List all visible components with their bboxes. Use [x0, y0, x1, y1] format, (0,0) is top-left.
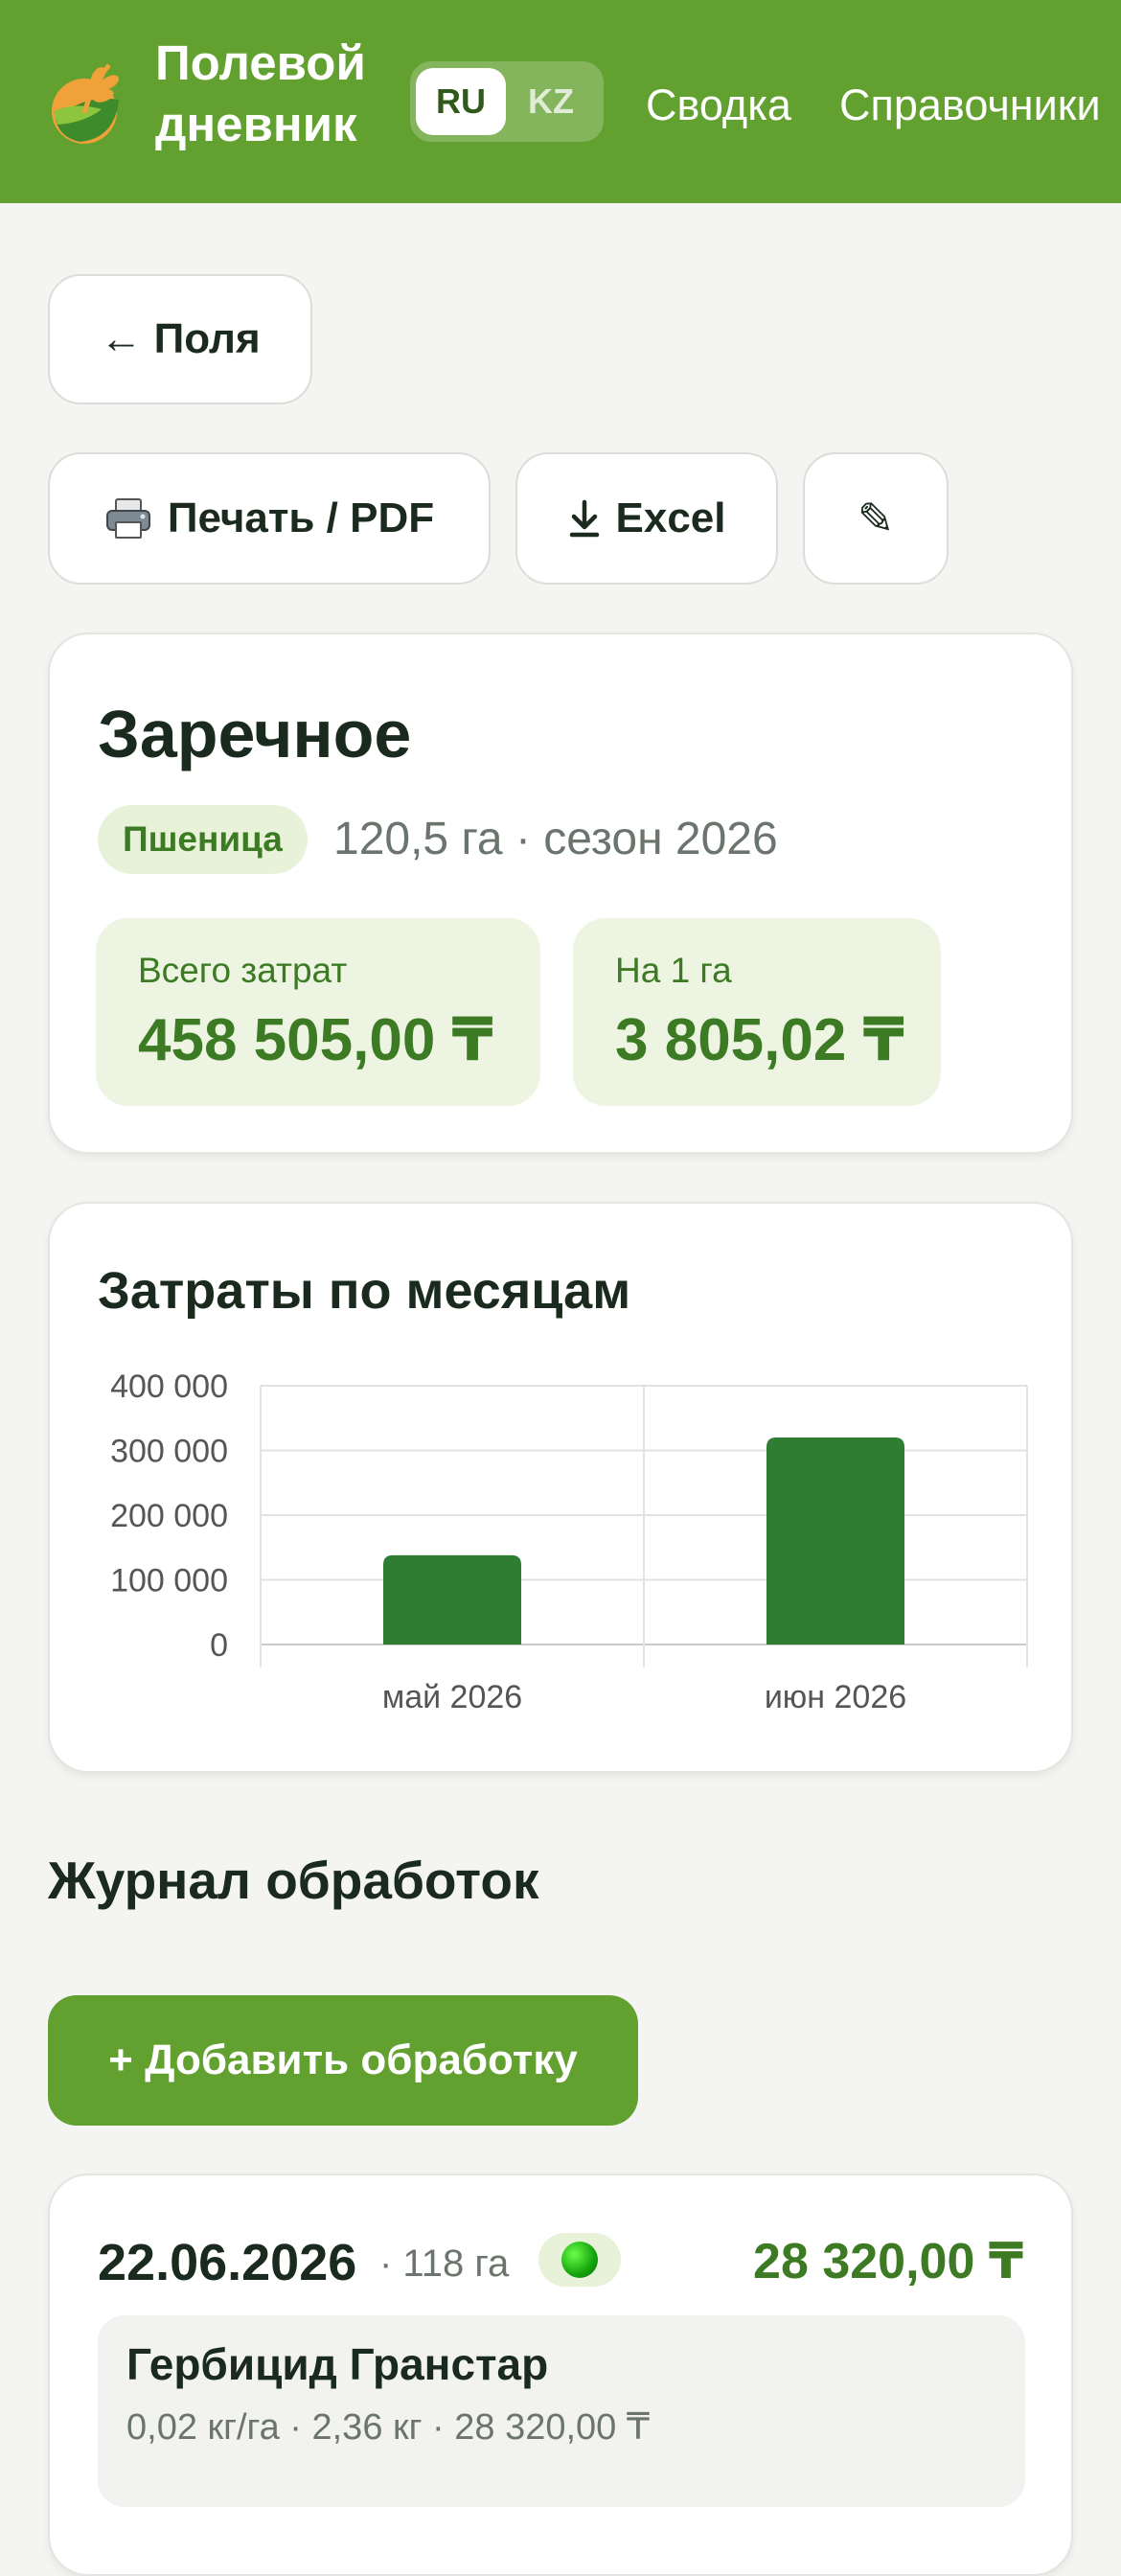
download-arrow-icon	[569, 499, 599, 538]
crop-badge: Пшеница	[98, 805, 308, 874]
treatment-status-badge	[538, 2233, 621, 2287]
treatment-date: 22.06.2026	[98, 2234, 357, 2291]
journal-title: Журнал обработок	[48, 1851, 539, 1910]
y-tick-label: 100 000	[110, 1563, 228, 1599]
bar	[766, 1438, 904, 1644]
app-title[interactable]: Полевой дневник	[155, 33, 404, 155]
y-tick-label: 0	[210, 1627, 228, 1664]
field-area-season: 120,5 га · сезон 2026	[333, 814, 778, 864]
export-excel-button[interactable]: Excel	[515, 452, 778, 585]
lang-ru-button[interactable]: RU	[416, 68, 506, 135]
monthly-costs-chart: 0 100 000 200 000 300 000 400 000 май 2026 июн…	[110, 1368, 1028, 1715]
app-header: Полевой дневник RU KZ Сводка Справочники	[0, 0, 1121, 203]
bar	[383, 1554, 521, 1644]
y-tick-label: 400 000	[110, 1368, 228, 1405]
language-switcher: RU KZ	[410, 61, 604, 142]
total-cost-value: 458 505,00 ₸	[138, 1007, 493, 1073]
green-status-dot-icon	[561, 2242, 598, 2278]
lang-kz-button[interactable]: KZ	[506, 68, 596, 135]
pencil-icon: ✎	[857, 494, 895, 543]
x-tick-label: май 2026	[382, 1679, 522, 1715]
export-excel-label: Excel	[615, 494, 726, 541]
nav-summary-link[interactable]: Сводка	[646, 77, 791, 134]
app-title-line1: Полевой	[155, 35, 366, 90]
wheat-logo-icon[interactable]	[46, 56, 128, 148]
total-cost-label: Всего затрат	[138, 951, 348, 990]
treatment-item-name: Гербицид Гранстар	[126, 2339, 549, 2389]
add-treatment-button[interactable]: + Добавить обработку	[48, 1995, 638, 2126]
treatment-total: 28 320,00 ₸	[753, 2234, 1023, 2289]
treatment-entry-card[interactable]: 22.06.2026 · 118 га 28 320,00 ₸ Гербицид…	[48, 2174, 1073, 2576]
treatment-item-detail: 0,02 кг/га · 2,36 кг · 28 320,00 ₸	[126, 2407, 651, 2448]
x-tick-label: июн 2026	[765, 1679, 906, 1715]
app-title-line2: дневник	[155, 97, 357, 151]
monthly-costs-card: Затраты по месяцам 0 100 000 200 000 300 00…	[48, 1202, 1073, 1773]
y-tick-label: 200 000	[110, 1498, 228, 1534]
cost-per-ha-value: 3 805,02 ₸	[615, 1007, 904, 1073]
y-tick-label: 300 000	[110, 1434, 228, 1470]
cost-per-ha-label: На 1 га	[615, 951, 732, 990]
nav-references-link[interactable]: Справочники	[839, 77, 1101, 134]
cost-per-ha-stat: На 1 га 3 805,02 ₸	[573, 918, 941, 1106]
treatment-item: Гербицид Гранстар 0,02 кг/га · 2,36 кг ·…	[98, 2315, 1025, 2507]
printer-icon	[105, 498, 150, 539]
field-summary-card: Заречное Пшеница 120,5 га · сезон 2026 В…	[48, 632, 1073, 1154]
field-name: Заречное	[98, 697, 412, 771]
back-to-fields-button[interactable]: ← Поля	[48, 274, 312, 404]
edit-field-button[interactable]: ✎	[803, 452, 949, 585]
print-pdf-button[interactable]: Печать / PDF	[48, 452, 491, 585]
treatment-area: · 118 га	[379, 2242, 510, 2285]
total-cost-stat: Всего затрат 458 505,00 ₸	[96, 918, 540, 1106]
print-pdf-label: Печать / PDF	[167, 494, 435, 541]
